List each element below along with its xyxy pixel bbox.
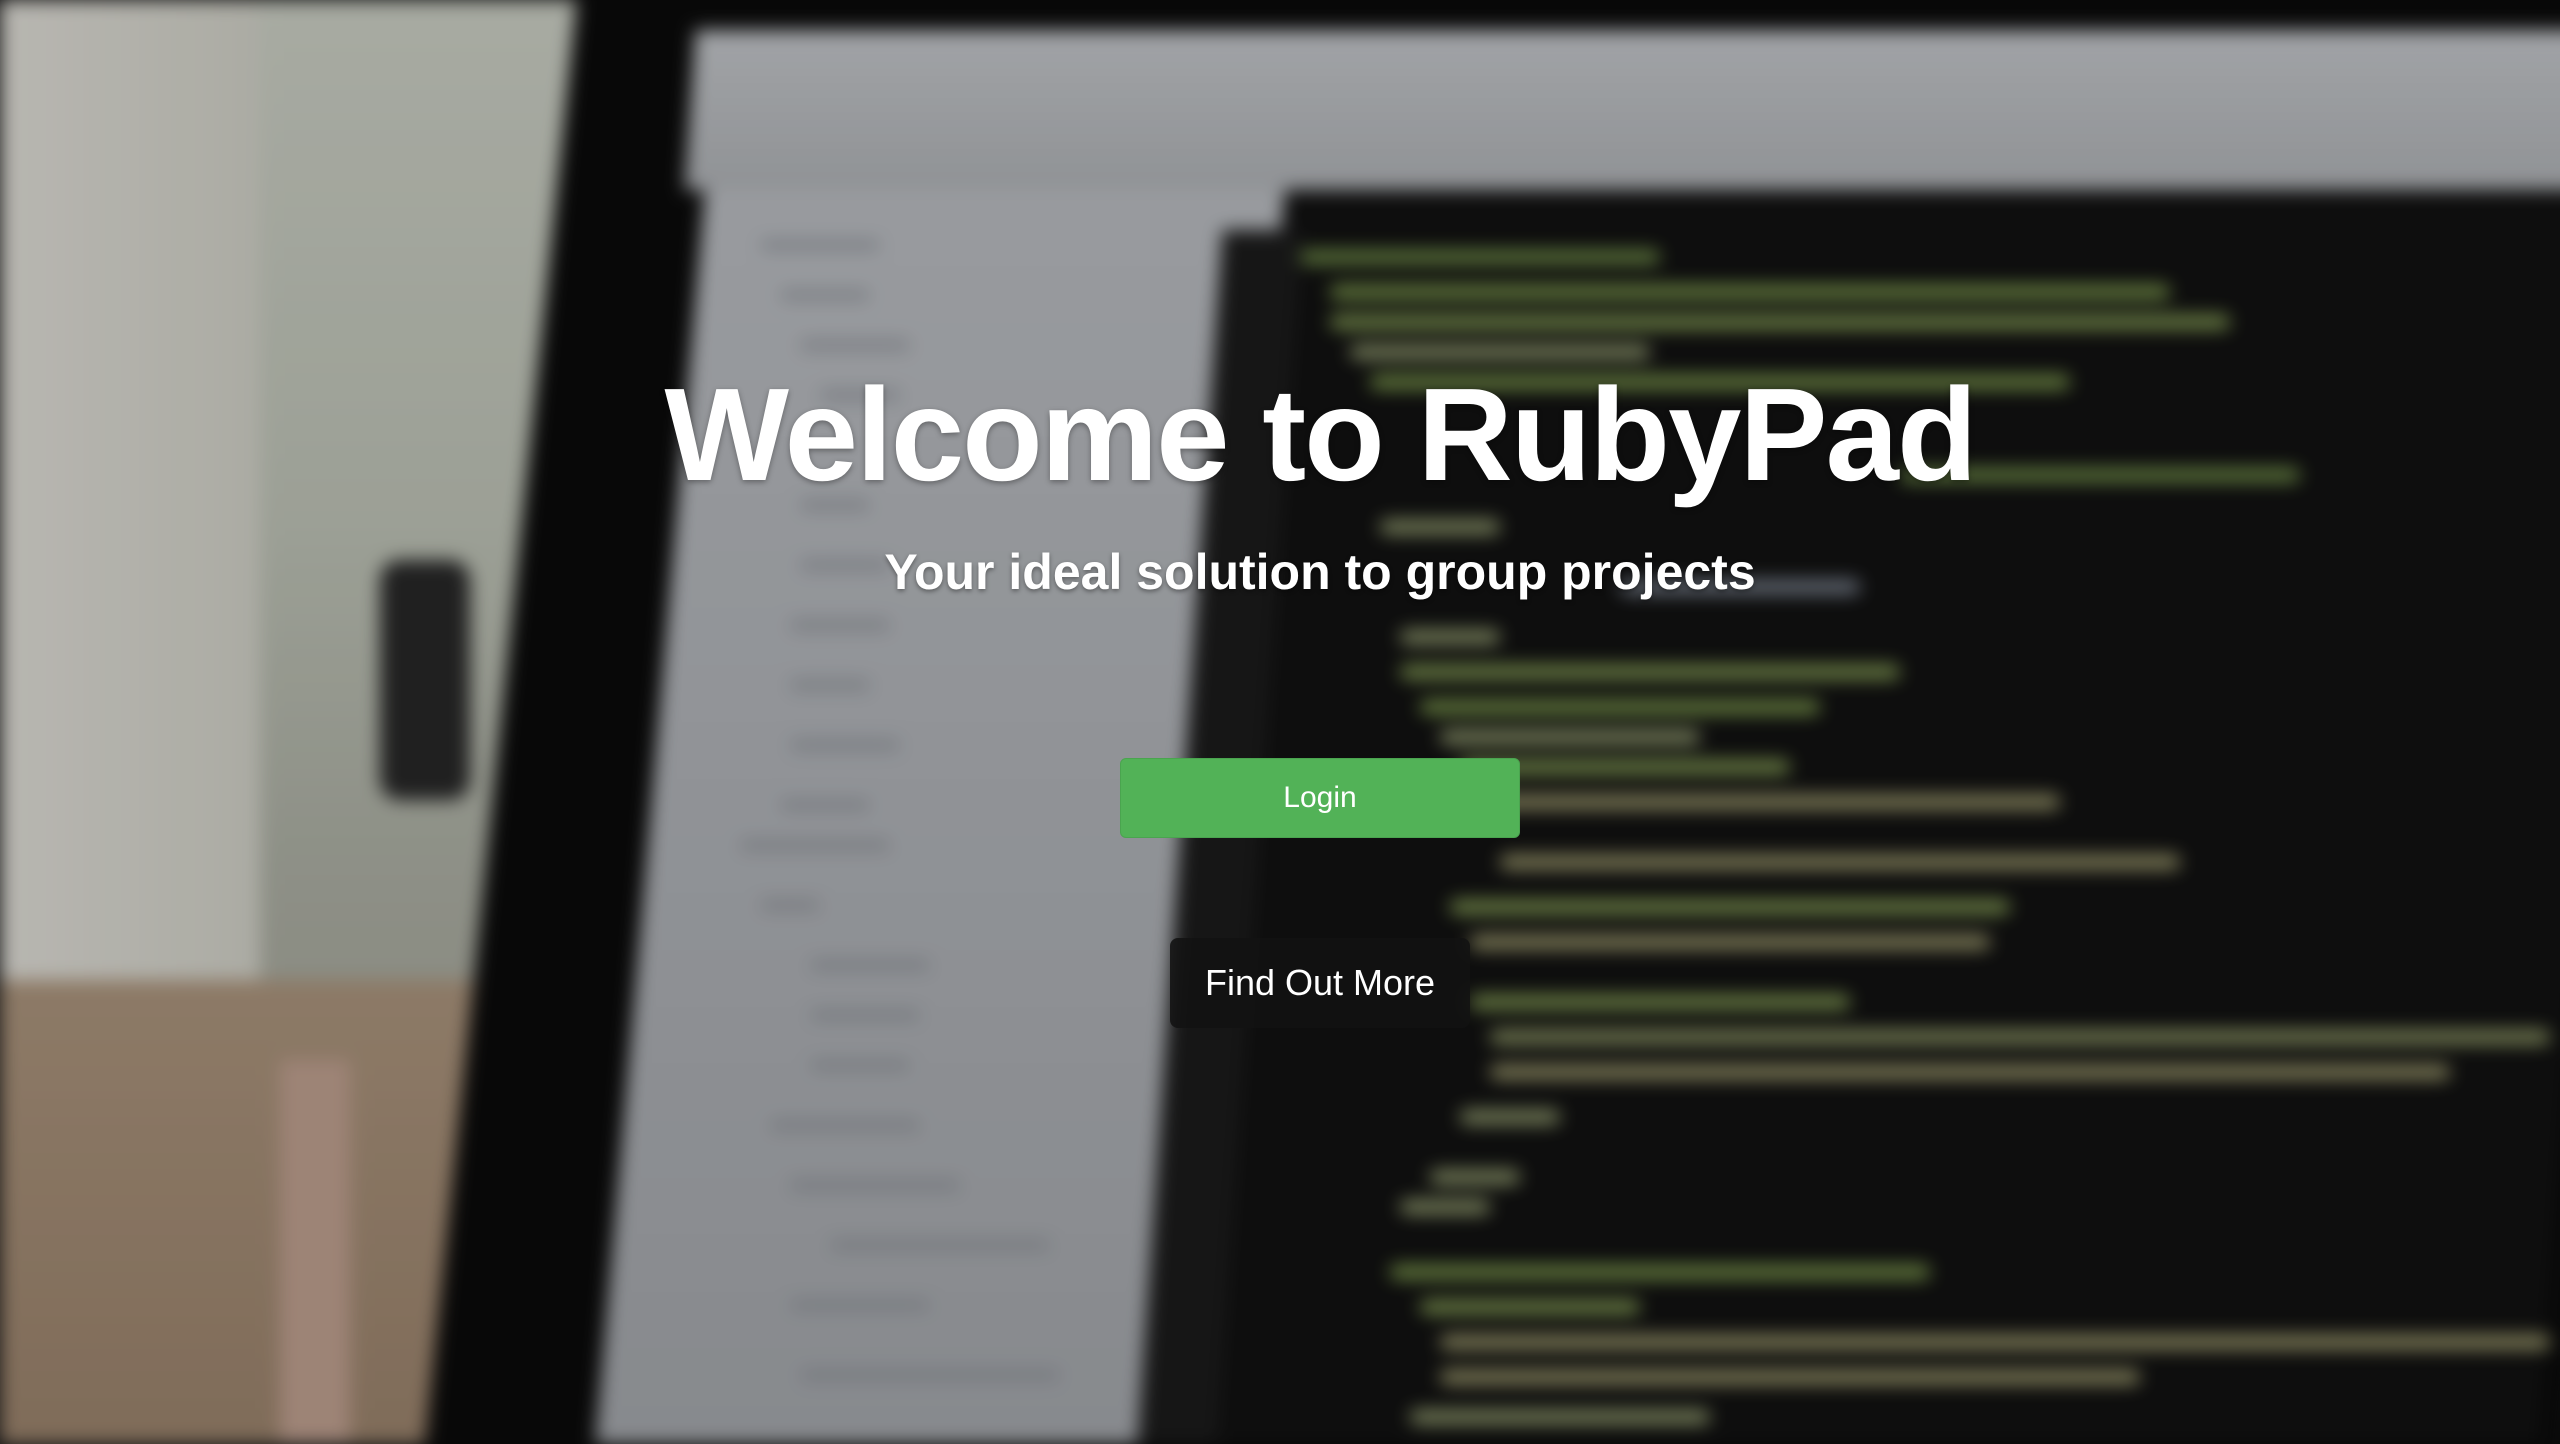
hero-section: Welcome to RubyPad Your ideal solution t… — [0, 0, 2560, 1444]
login-button-label: Login — [1283, 781, 1357, 814]
page-title: Welcome to RubyPad — [664, 361, 1977, 508]
login-button[interactable]: Login — [1120, 758, 1520, 838]
find-out-more-button[interactable]: Find Out More — [1170, 938, 1470, 1028]
page-subtitle: Your ideal solution to group projects — [884, 544, 1756, 600]
hero-content: Welcome to RubyPad Your ideal solution t… — [0, 0, 2560, 1444]
find-out-more-button-label: Find Out More — [1204, 962, 1436, 1003]
